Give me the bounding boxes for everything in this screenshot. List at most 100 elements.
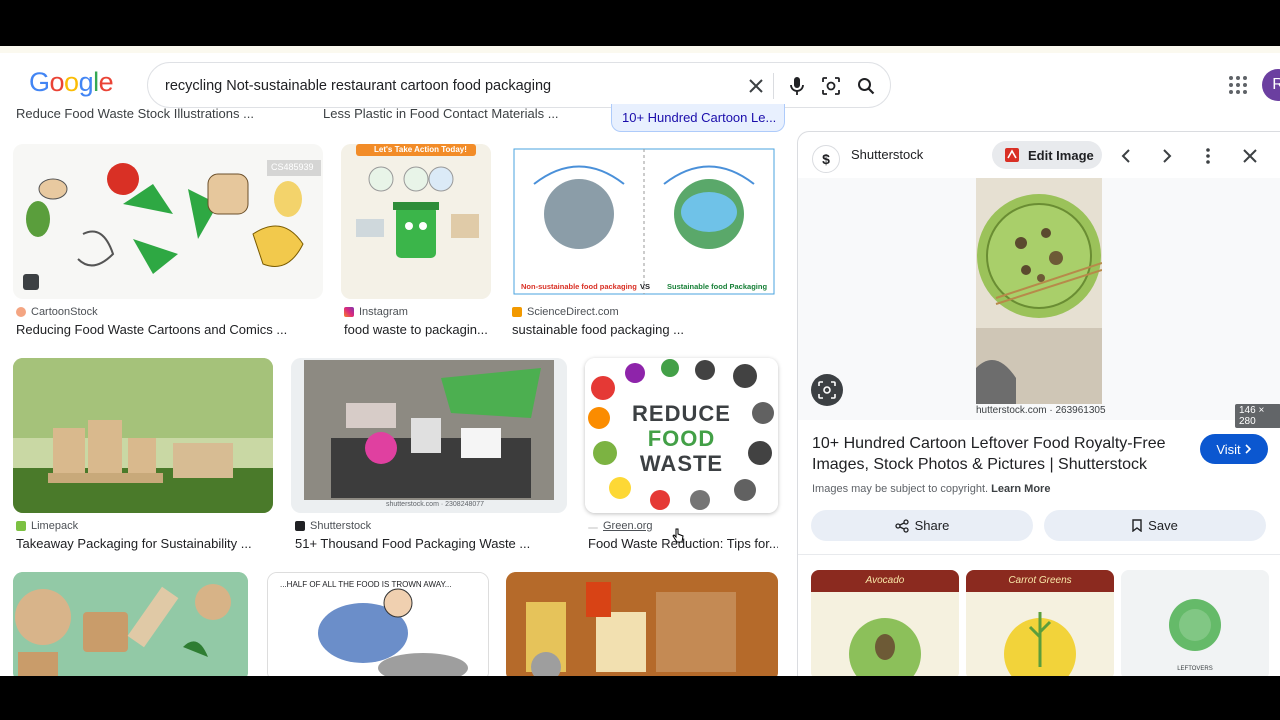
stock-credit: shutterstock.com · 2308248077 (386, 501, 485, 508)
instagram-icon (344, 307, 354, 317)
panel-divider (798, 554, 1280, 555)
browser-viewport: Google R Reduce Food Waste Stock Illustr… (0, 46, 1280, 676)
result-thumbnail[interactable]: REDUCE FOOD WASTE (585, 358, 778, 513)
sciencedirect-favicon (512, 307, 522, 317)
result-caption[interactable]: 51+ Thousand Food Packaging Waste ... (295, 536, 565, 551)
learn-more-link[interactable]: Learn More (991, 483, 1050, 495)
cartoonstock-favicon (16, 307, 26, 317)
edit-image-button[interactable]: Edit Image (992, 141, 1102, 169)
result-thumbnail[interactable] (13, 572, 248, 676)
shutterstock-favicon (295, 521, 305, 531)
logo-letter: o (64, 67, 79, 97)
lens-camera-icon[interactable] (820, 75, 842, 97)
result-thumbnail[interactable]: ...HALF OF ALL THE FOOD IS TROWN AWAY... (267, 572, 489, 676)
result-thumbnail[interactable]: Non-sustainable food packaging VS Sustai… (509, 144, 779, 299)
logo-letter: o (49, 67, 65, 97)
copyright-text: Images may be subject to copyright. (812, 483, 989, 495)
partial-caption[interactable]: Less Plastic in Food Contact Materials .… (323, 106, 559, 121)
related-image[interactable]: Avocado (811, 570, 959, 676)
related-image[interactable]: Carrot Greens (966, 570, 1114, 676)
logo-letter: g (78, 67, 94, 97)
partial-caption[interactable]: Reduce Food Waste Stock Illustrations ..… (16, 106, 254, 121)
result-caption[interactable]: Takeaway Packaging for Sustainability ..… (16, 536, 276, 551)
result-source[interactable]: Green.org (588, 520, 653, 532)
bookmark-icon (1132, 519, 1142, 532)
share-button[interactable]: Share (811, 510, 1033, 541)
source-name: ScienceDirect.com (527, 306, 619, 318)
recycle-bin-poster (341, 144, 491, 299)
result-caption[interactable]: food waste to packagin... (344, 322, 489, 337)
copyright-notice: Images may be subject to copyright. Lear… (812, 483, 1050, 495)
poster-line: WASTE (639, 451, 724, 476)
clear-icon[interactable] (745, 75, 767, 97)
result-thumbnail[interactable] (13, 358, 273, 513)
limepack-favicon (16, 521, 26, 531)
diagram-right-label: Sustainable food Packaging (667, 282, 768, 291)
search-box (147, 62, 891, 108)
top-strip (0, 46, 1280, 53)
edit-image-label: Edit Image (1028, 147, 1094, 163)
chevron-right-icon (1245, 444, 1251, 454)
greenorg-favicon (588, 527, 598, 529)
cartoon-caption: ...HALF OF ALL THE FOOD IS TROWN AWAY... (280, 580, 452, 589)
close-icon[interactable] (1238, 144, 1262, 168)
result-thumbnail[interactable]: Let's Take Action Today! (341, 144, 491, 299)
apps-grid-icon[interactable] (1228, 75, 1248, 95)
next-icon[interactable] (1155, 144, 1179, 168)
result-thumbnail[interactable]: CS485939 (13, 144, 323, 299)
result-source[interactable]: Limepack (16, 520, 78, 532)
shutterstock-favicon: $ (812, 145, 840, 173)
previous-icon[interactable] (1114, 144, 1138, 168)
save-label: Save (1148, 518, 1178, 533)
result-thumbnail[interactable] (506, 572, 778, 676)
result-caption[interactable]: Reducing Food Waste Cartoons and Comics … (16, 322, 306, 337)
source-name: Instagram (359, 306, 408, 318)
stock-id-badge: CS485939 (271, 162, 314, 172)
result-source[interactable]: CartoonStock (16, 306, 98, 318)
share-icon (894, 518, 909, 533)
search-divider (773, 73, 774, 99)
save-button[interactable]: Save (1044, 510, 1266, 541)
google-logo[interactable]: Google (29, 67, 114, 98)
search-icon[interactable] (855, 75, 877, 97)
microphone-icon[interactable] (786, 75, 808, 97)
source-name: CartoonStock (31, 306, 98, 318)
poster-line: FOOD (647, 426, 716, 451)
image-preview-panel: $ Shutterstock Edit Image hutterstock.co… (797, 131, 1280, 676)
logo-letter: e (98, 67, 114, 97)
poster-line: REDUCE (632, 401, 731, 426)
logo-letter: G (29, 67, 50, 97)
share-label: Share (914, 518, 950, 533)
result-source[interactable]: Instagram (344, 306, 408, 318)
leftover-food-plate-image (976, 178, 1102, 404)
source-name: Green.org (603, 520, 653, 532)
source-name: Limepack (31, 520, 79, 532)
panel-site-name[interactable]: Shutterstock (851, 147, 923, 162)
diagram-left-label: Non-sustainable food packaging (521, 282, 637, 291)
packaging-waste-photo (291, 358, 567, 513)
account-avatar[interactable]: R (1262, 69, 1280, 101)
lens-search-icon[interactable] (811, 374, 843, 406)
related-image-label: Avocado (811, 570, 959, 592)
result-source[interactable]: ScienceDirect.com (512, 306, 619, 318)
packaging-boxes-photo (506, 572, 778, 676)
result-caption[interactable]: sustainable food packaging ... (512, 322, 777, 337)
selected-result-caption[interactable]: 10+ Hundred Cartoon Le... (611, 104, 785, 132)
visit-label: Visit (1216, 441, 1241, 457)
visit-button[interactable]: Visit (1200, 434, 1268, 464)
source-name: Shutterstock (310, 520, 372, 532)
eco-tableware-photo (13, 572, 248, 676)
result-source[interactable]: Shutterstock (295, 520, 371, 532)
cursor-hand-icon (672, 528, 684, 543)
poster-title: Let's Take Action Today! (374, 145, 467, 154)
search-input[interactable] (165, 74, 725, 98)
related-image[interactable]: LEFTOVERS (1121, 570, 1269, 676)
result-thumbnail[interactable]: shutterstock.com · 2308248077 (291, 358, 567, 513)
more-options-icon[interactable] (1196, 144, 1220, 168)
takeaway-cups-photo (13, 358, 273, 513)
packaging-comparison-diagram (513, 148, 775, 295)
image-preview[interactable]: hutterstock.com · 263961305 146 × 280 (798, 178, 1280, 428)
panel-title[interactable]: 10+ Hundred Cartoon Leftover Food Royalt… (812, 433, 1182, 475)
related-image-label: LEFTOVERS (1177, 666, 1213, 672)
image-dimensions: 146 × 280 (1235, 404, 1280, 428)
